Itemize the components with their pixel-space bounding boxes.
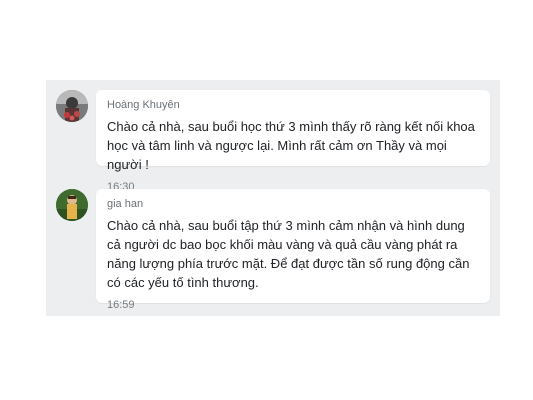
message-author[interactable]: gia han: [107, 198, 480, 210]
message-timestamp: 16:59: [107, 299, 135, 311]
message-author[interactable]: Hoàng Khuyên: [107, 99, 480, 111]
user-avatar-photo-icon: [56, 189, 88, 221]
user-avatar-photo-icon: [56, 90, 88, 122]
avatar[interactable]: [56, 189, 88, 221]
message-text: Chào cả nhà, sau buổi học thứ 3 mình thấ…: [107, 119, 475, 172]
message-bubble: Hoàng Khuyên Chào cả nhà, sau buổi học t…: [96, 90, 490, 193]
message-bubble: gia han Chào cả nhà, sau buổi tập thứ 3 …: [96, 189, 490, 311]
message-text: Chào cả nhà, sau buổi tập thứ 3 mình cảm…: [107, 218, 470, 290]
avatar[interactable]: [56, 90, 88, 122]
chat-thread: Hoàng Khuyên Chào cả nhà, sau buổi học t…: [46, 80, 500, 316]
